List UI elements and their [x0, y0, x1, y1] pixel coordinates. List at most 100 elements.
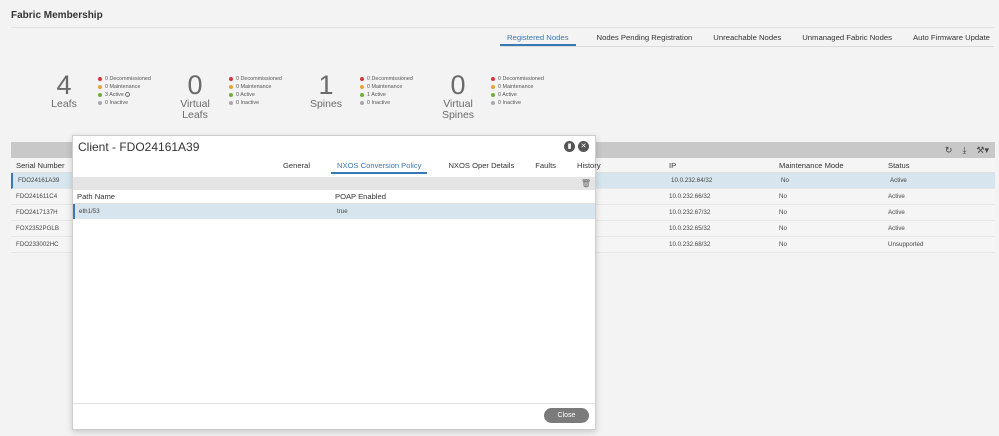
maintenance-cell: No	[781, 177, 789, 184]
legend-text: 0 Maintenance	[367, 84, 403, 90]
status-cell: Active	[888, 209, 905, 216]
legend-text: 0 Active	[498, 92, 517, 98]
node-tabs: Registered Nodes Nodes Pending Registrat…	[500, 33, 999, 46]
ip-cell: 10.0.232.68/32	[669, 241, 711, 248]
tab-auto-firmware-update[interactable]: Auto Firmware Update	[913, 33, 990, 46]
table-row[interactable]: eth1/53 true	[73, 204, 595, 219]
legend-text: 0 Inactive	[367, 100, 391, 106]
ip-cell: 10.0.232.66/32	[669, 193, 711, 200]
legend-text: 0 Maintenance	[236, 84, 272, 90]
legend-text: 0 Inactive	[498, 100, 522, 106]
legend-text: 0 Maintenance	[498, 84, 534, 90]
tab-general[interactable]: General	[283, 161, 310, 174]
maintenance-dot	[229, 84, 233, 89]
active-dot	[229, 92, 233, 97]
ip-cell: 10.0.232.64/32	[671, 177, 713, 184]
status-cell: Active	[888, 225, 905, 232]
inactive-dot	[229, 100, 233, 105]
legend-text: 0 Decommissioned	[498, 76, 544, 82]
legend-text: 0 Decommissioned	[105, 76, 151, 82]
divider	[11, 27, 994, 28]
leafs-label: Leafs	[51, 98, 77, 110]
maintenance-cell: No	[779, 241, 787, 248]
spines-count: 1	[318, 70, 334, 100]
legend-text: 0 Decommissioned	[367, 76, 413, 82]
maintenance-cell: No	[779, 193, 787, 200]
legend-text: 1 Active	[367, 92, 386, 98]
status-cell: Active	[890, 177, 907, 184]
tab-registered-nodes[interactable]: Registered Nodes	[500, 33, 576, 46]
poap-cell: true	[337, 208, 348, 215]
trash-icon[interactable]: 🗑	[581, 179, 591, 188]
ip-cell: 10.0.232.65/32	[669, 225, 711, 232]
virtual-leafs-stat: 0 Virtual Leafs	[176, 72, 214, 121]
inactive-dot	[360, 100, 364, 105]
legend-text: 0 Inactive	[236, 100, 260, 106]
summary-panel: 4 Leafs 0 Decommissioned 0 Maintenance 3…	[0, 70, 999, 130]
tab-nodes-pending-registration[interactable]: Nodes Pending Registration	[597, 33, 693, 46]
tab-faults[interactable]: Faults	[535, 161, 556, 174]
column-status[interactable]: Status	[888, 161, 988, 170]
tab-unmanaged-fabric-nodes[interactable]: Unmanaged Fabric Nodes	[802, 33, 892, 46]
column-path-name[interactable]: Path Name	[73, 192, 335, 201]
virtual-leafs-label-2: Leafs	[182, 109, 208, 121]
legend-text: 0 Maintenance	[105, 84, 141, 90]
dialog-tabs: General NXOS Conversion Policy NXOS Oper…	[283, 161, 622, 174]
policy-table-header: Path Name POAP Enabled	[73, 190, 595, 204]
active-dot	[360, 92, 364, 97]
maintenance-dot	[360, 84, 364, 89]
serial-cell: FDO24161A39	[18, 177, 60, 184]
inactive-dot	[98, 100, 102, 105]
dialog-title: Client - FDO24161A39	[78, 140, 200, 154]
decommissioned-dot	[229, 76, 233, 81]
active-dot	[98, 92, 102, 97]
maintenance-cell: No	[779, 225, 787, 232]
close-button[interactable]: Close	[544, 408, 589, 423]
tab-nxos-conversion-policy[interactable]: NXOS Conversion Policy	[331, 161, 428, 174]
virtual-spines-count: 0	[450, 70, 466, 100]
tab-nxos-oper-details[interactable]: NXOS Oper Details	[448, 161, 514, 174]
ip-cell: 10.0.232.67/32	[669, 209, 711, 216]
legend-text: 0 Decommissioned	[236, 76, 282, 82]
maintenance-dot	[491, 84, 495, 89]
virtual-leafs-count: 0	[187, 70, 203, 100]
tab-history[interactable]: History	[577, 161, 601, 174]
serial-cell: FDO241611C4	[16, 193, 58, 200]
column-serial-number[interactable]: Serial Number	[11, 161, 71, 170]
spines-legend: 0 Decommissioned 0 Maintenance 1 Active …	[360, 75, 413, 107]
dialog-toolbar: 🗑	[73, 177, 595, 190]
virtual-spines-label-2: Spines	[441, 109, 475, 121]
virtual-spines-stat: 0 Virtual Spines	[438, 72, 478, 121]
status-cell: Active	[888, 193, 905, 200]
bookmark-icon[interactable]: ▮	[564, 141, 575, 152]
status-cell: Unsupported	[888, 241, 924, 248]
tools-icon[interactable]: ⚒▾	[976, 145, 989, 156]
column-maintenance-mode[interactable]: Maintenance Mode	[779, 161, 888, 170]
spines-label: Spines	[309, 98, 343, 110]
spines-stat: 1 Spines	[308, 72, 344, 110]
tab-unreachable-nodes[interactable]: Unreachable Nodes	[713, 33, 781, 46]
decommissioned-dot	[98, 76, 102, 81]
legend-text: 3 Active	[105, 92, 124, 98]
legend-text: 0 Inactive	[105, 100, 129, 106]
column-poap-enabled[interactable]: POAP Enabled	[335, 192, 535, 201]
maintenance-dot	[98, 84, 102, 89]
leafs-stat: 4 Leafs	[47, 72, 81, 110]
leafs-legend: 0 Decommissioned 0 Maintenance 3 Active …	[98, 75, 151, 107]
column-ip[interactable]: IP	[669, 161, 779, 170]
path-cell: eth1/53	[79, 208, 100, 215]
legend-text: 0 Active	[236, 92, 255, 98]
page-title: Fabric Membership	[11, 10, 103, 21]
client-dialog: Client - FDO24161A39 ▮ ✕ General NXOS Co…	[72, 135, 601, 430]
virtual-spines-legend: 0 Decommissioned 0 Maintenance 0 Active …	[491, 75, 544, 107]
refresh-icon[interactable]: ↻	[945, 145, 953, 156]
close-icon[interactable]: ✕	[578, 141, 589, 152]
inactive-dot	[491, 100, 495, 105]
download-icon[interactable]: ⤓	[962, 145, 966, 156]
dialog-footer: Close	[73, 403, 595, 429]
decommissioned-dot	[360, 76, 364, 81]
decommissioned-dot	[491, 76, 495, 81]
tab-divider	[500, 46, 994, 47]
virtual-leafs-legend: 0 Decommissioned 0 Maintenance 0 Active …	[229, 75, 282, 107]
info-icon[interactable]: i	[125, 92, 131, 98]
